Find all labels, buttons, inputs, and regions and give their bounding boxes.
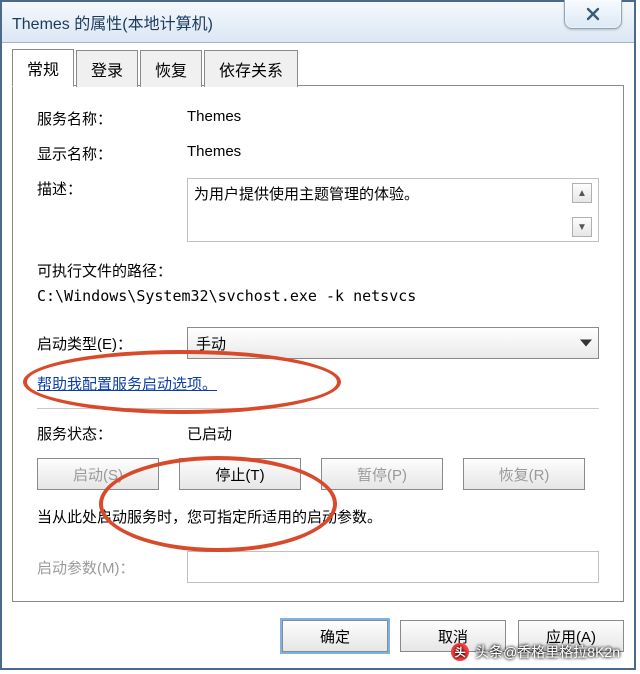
start-params-hint: 当从此处启动服务时，您可指定所适用的启动参数。 [37,506,599,527]
start-params-input[interactable] [187,551,599,583]
window-title: Themes 的属性(本地计算机) [12,10,213,34]
scroll-down-icon[interactable]: ▼ [572,217,592,237]
scroll-up-icon[interactable]: ▲ [572,183,592,203]
label-service-status: 服务状态： [37,423,187,444]
label-exe-path: 可执行文件的路径： [37,260,599,281]
startup-type-combobox[interactable]: 手动 [187,327,599,359]
startup-type-value: 手动 [196,333,226,354]
divider [37,408,599,409]
titlebar: Themes 的属性(本地计算机) [2,2,634,43]
watermark-text: 头条@香格里格拉8K2n [475,642,620,662]
service-control-buttons: 启动(S) 停止(T) 暂停(P) 恢复(R) [37,458,599,490]
value-description: 为用户提供使用主题管理的体验。 [194,183,572,237]
chevron-down-icon [580,340,592,347]
help-link[interactable]: 帮助我配置服务启动选项。 [37,376,217,393]
tabstrip: 常规 登录 恢复 依存关系 [12,50,624,86]
tab-dependencies[interactable]: 依存关系 [204,50,298,87]
label-service-name: 服务名称： [37,108,187,129]
description-box: 为用户提供使用主题管理的体验。 ▲ ▼ [187,178,599,242]
properties-window: Themes 的属性(本地计算机) 常规 登录 恢复 依存关系 服务名称： Th… [0,0,636,670]
tab-panel-general: 服务名称： Themes 显示名称： Themes 描述： 为用户提供使用主题管… [12,85,624,602]
label-start-params: 启动参数(M)： [37,557,187,578]
ok-button[interactable]: 确定 [282,620,388,652]
description-scrollbar[interactable]: ▲ ▼ [572,183,592,237]
pause-button: 暂停(P) [321,458,443,490]
close-icon [585,6,601,22]
close-button[interactable] [564,0,622,29]
tab-general[interactable]: 常规 [12,49,74,87]
tab-logon[interactable]: 登录 [76,50,138,87]
watermark: 头 头条@香格里格拉8K2n [451,642,620,662]
stop-button[interactable]: 停止(T) [179,458,301,490]
tab-recovery[interactable]: 恢复 [140,50,202,87]
watermark-icon: 头 [451,643,469,661]
label-startup-type: 启动类型(E)： [37,333,187,354]
value-service-status: 已启动 [187,423,599,444]
resume-button: 恢复(R) [463,458,585,490]
value-exe-path: C:\Windows\System32\svchost.exe -k netsv… [37,287,599,305]
label-display-name: 显示名称： [37,143,187,164]
start-button: 启动(S) [37,458,159,490]
client-area: 常规 登录 恢复 依存关系 服务名称： Themes 显示名称： Themes … [12,50,624,658]
value-service-name: Themes [187,108,599,125]
label-description: 描述： [37,178,187,199]
value-display-name: Themes [187,143,599,160]
